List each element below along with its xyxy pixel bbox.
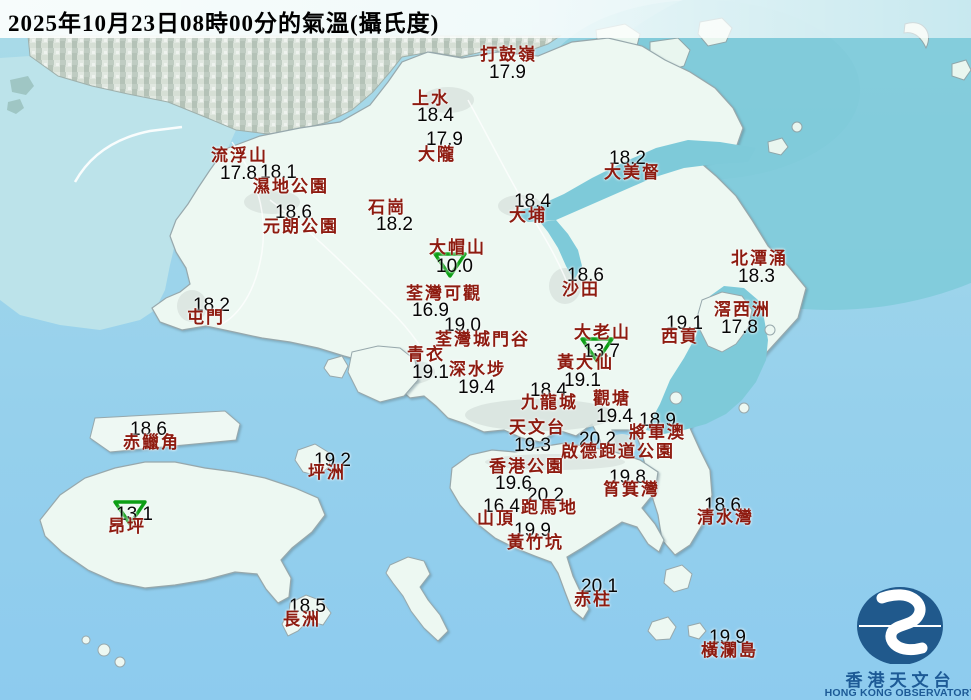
station-label: 元朗公園 <box>263 218 339 235</box>
station-label: 大老山 <box>574 324 631 341</box>
station-label: 荃灣城門谷 <box>435 331 530 348</box>
station-label: 青衣 <box>407 346 445 363</box>
station-value: 19.4 <box>596 407 633 426</box>
station-label: 赤柱 <box>574 591 612 608</box>
station-value: 17.8 <box>721 318 758 337</box>
station-label: 黃大仙 <box>557 354 614 371</box>
observatory-emblem-icon <box>830 560 971 664</box>
station-label: 天文台 <box>509 419 566 436</box>
station-value: 19.1 <box>412 363 449 382</box>
station-label: 濕地公園 <box>253 178 329 195</box>
station-value: 19.3 <box>514 436 551 455</box>
station-label: 啟德跑道公園 <box>561 443 675 460</box>
station-label: 西貢 <box>661 328 699 345</box>
station-label: 深水埗 <box>449 361 506 378</box>
station-label: 大隴 <box>418 146 456 163</box>
station-label: 長洲 <box>283 611 321 628</box>
station-label: 九龍城 <box>521 394 578 411</box>
station-label: 大美督 <box>604 164 661 181</box>
station-label: 觀塘 <box>593 390 631 407</box>
station-label: 上水 <box>412 90 450 107</box>
station-label: 打鼓嶺 <box>480 46 537 63</box>
station-label: 赤鱲角 <box>123 434 180 451</box>
hko-logo: 香港天文台 HONG KONG OBSERVATORY <box>830 560 971 700</box>
station-value: 18.2 <box>376 215 413 234</box>
station-value: 18.4 <box>417 106 454 125</box>
station-label: 沙田 <box>562 281 600 298</box>
station-label: 昂坪 <box>108 518 146 535</box>
station-label: 跑馬地 <box>521 499 578 516</box>
station-label: 荃灣可觀 <box>406 285 482 302</box>
station-label: 石崗 <box>368 199 406 216</box>
station-label: 大埔 <box>509 207 547 224</box>
station-label: 將軍澳 <box>629 424 686 441</box>
station-label: 黃竹坑 <box>507 534 564 551</box>
station-label: 屯門 <box>187 309 225 326</box>
page-title: 2025年10月23日08時00分的氣溫(攝氏度) <box>8 4 439 38</box>
station-value: 19.1 <box>564 371 601 390</box>
station-label: 山頂 <box>477 510 515 527</box>
station-label: 滘西洲 <box>714 301 771 318</box>
station-value: 19.4 <box>458 378 495 397</box>
station-label: 香港公園 <box>489 458 565 475</box>
station-label: 坪洲 <box>308 464 346 481</box>
station-label: 北潭涌 <box>731 250 788 267</box>
temperature-map-page: 17.9打鼓嶺18.4上水17.9大隴17.8流浮山18.1濕地公園18.6元朗… <box>0 0 971 700</box>
station-label: 清水灣 <box>697 509 754 526</box>
station-value: 18.3 <box>738 267 775 286</box>
logo-name-en: HONG KONG OBSERVATORY <box>824 687 971 699</box>
station-label: 大帽山 <box>429 239 486 256</box>
station-value: 17.9 <box>489 63 526 82</box>
station-label: 筲箕灣 <box>603 481 660 498</box>
station-value: 10.0 <box>436 257 473 276</box>
title-bar: 2025年10月23日08時00分的氣溫(攝氏度) <box>0 0 971 38</box>
stations-layer: 17.9打鼓嶺18.4上水17.9大隴17.8流浮山18.1濕地公園18.6元朗… <box>0 0 971 700</box>
station-value: 17.8 <box>220 164 257 183</box>
station-label: 橫瀾島 <box>701 642 758 659</box>
